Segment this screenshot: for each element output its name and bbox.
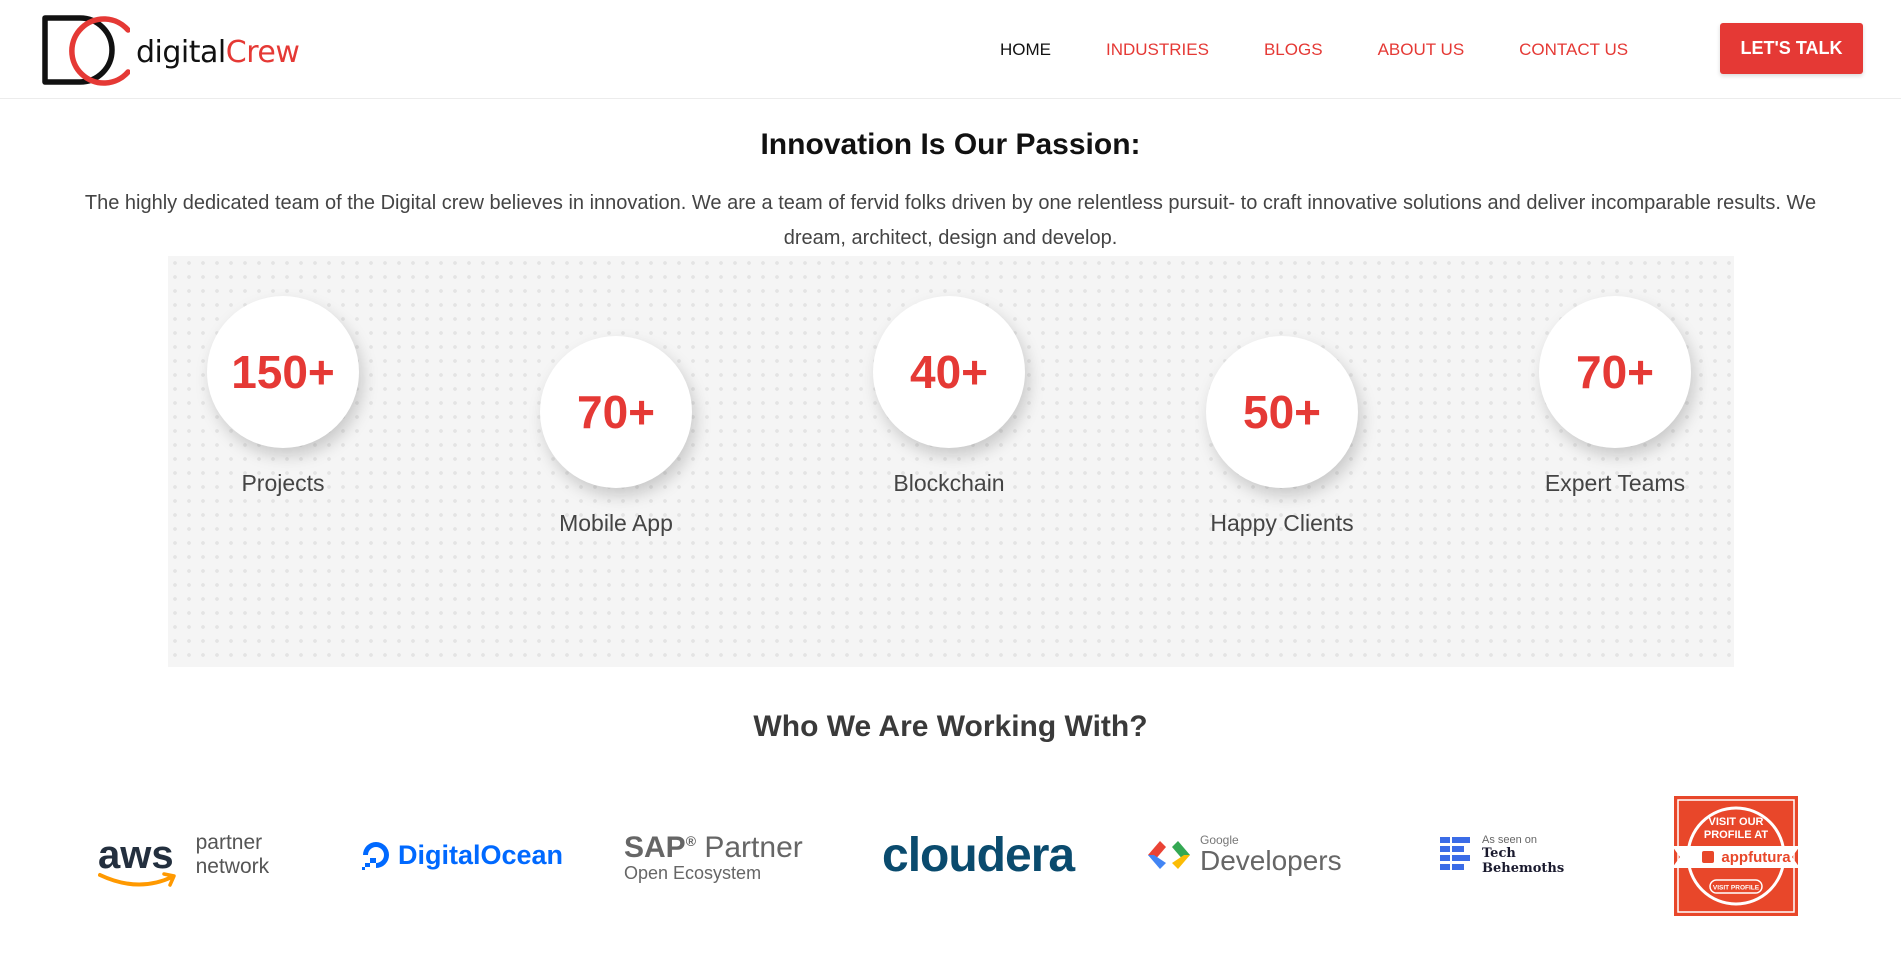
stat-label: Blockchain — [893, 470, 1005, 496]
digitalocean-logo[interactable]: DigitalOcean — [360, 790, 563, 920]
intro-text: The highly dedicated team of the Digital… — [84, 192, 1817, 249]
stat-projects: 150+ Projects — [173, 296, 393, 497]
stat-label: Happy Clients — [1210, 510, 1354, 536]
nav-industries[interactable]: INDUSTRIES — [1106, 40, 1209, 60]
cloudera-logo[interactable]: cloudera — [882, 790, 1075, 920]
nav-blogs[interactable]: BLOGS — [1264, 40, 1323, 60]
tech-behemoths-logo[interactable]: As seen on Tech Behemoths — [1438, 790, 1564, 920]
stat-expert-teams: 70+ Expert Teams — [1505, 296, 1725, 497]
stat-value: 40+ — [909, 346, 989, 398]
logo-text: digitalCrew — [136, 34, 300, 70]
stat-value: 70+ — [1575, 346, 1655, 398]
partner-logos: aws partner network DigitalOcean SAP® Pa… — [0, 790, 1901, 920]
google-developers-logo[interactable]: Google Developers — [1146, 790, 1342, 920]
nav-contact-us[interactable]: CONTACT US — [1519, 40, 1628, 60]
lets-talk-button[interactable]: LET'S TALK — [1720, 23, 1863, 74]
intro-title: Innovation Is Our Passion: — [760, 128, 1141, 161]
stat-label: Projects — [241, 470, 325, 496]
stats-panel: 150+ Projects 70+ Mobile App 40+ Blockchain 50… — [168, 256, 1734, 667]
svg-text:VISIT OUR: VISIT OUR — [1708, 816, 1763, 828]
aws-partner-logo[interactable]: aws partner network — [98, 790, 269, 920]
stat-value: 70+ — [576, 386, 656, 438]
aws-partner-text: partner network — [195, 831, 270, 878]
stat-circle: 150+ — [207, 296, 359, 448]
tech-behemoths-icon — [1440, 837, 1470, 870]
sap-partner-logo[interactable]: SAP® Partner Open Ecosystem — [624, 790, 803, 920]
stat-mobile-app: 70+ Mobile App — [506, 336, 726, 537]
svg-text:VISIT PROFILE: VISIT PROFILE — [1713, 885, 1760, 892]
nav-home[interactable]: HOME — [1000, 40, 1051, 60]
main-nav: HOME INDUSTRIES BLOGS ABOUT US CONTACT U… — [1000, 0, 1683, 99]
logo[interactable]: digitalCrew — [40, 14, 330, 86]
svg-text:PROFILE AT: PROFILE AT — [1704, 829, 1768, 841]
aws-smile-icon — [98, 872, 176, 887]
appfutura-badge[interactable]: VISIT OUR PROFILE AT appfutura VISIT PRO… — [1672, 794, 1800, 918]
google-developers-icon — [1148, 841, 1190, 869]
stat-circle: 50+ — [1206, 336, 1358, 488]
stat-circle: 40+ — [873, 296, 1025, 448]
stat-value: 150+ — [231, 346, 335, 398]
digitalocean-icon — [362, 842, 389, 870]
stat-happy-clients: 50+ Happy Clients — [1172, 336, 1392, 537]
nav-about-us[interactable]: ABOUT US — [1378, 40, 1465, 60]
aws-wordmark: aws — [98, 835, 176, 887]
stat-circle: 70+ — [540, 336, 692, 488]
stat-value: 50+ — [1242, 386, 1322, 438]
stat-blockchain: 40+ Blockchain — [839, 296, 1059, 497]
svg-text:appfutura: appfutura — [1721, 849, 1791, 866]
stat-label: Expert Teams — [1544, 470, 1686, 496]
stat-circle: 70+ — [1539, 296, 1691, 448]
site-header: digitalCrew HOME INDUSTRIES BLOGS ABOUT … — [0, 0, 1901, 99]
digitalcrew-logo-icon — [42, 15, 130, 86]
partners-title: Who We Are Working With? — [753, 710, 1148, 743]
stat-label: Mobile App — [559, 510, 673, 536]
